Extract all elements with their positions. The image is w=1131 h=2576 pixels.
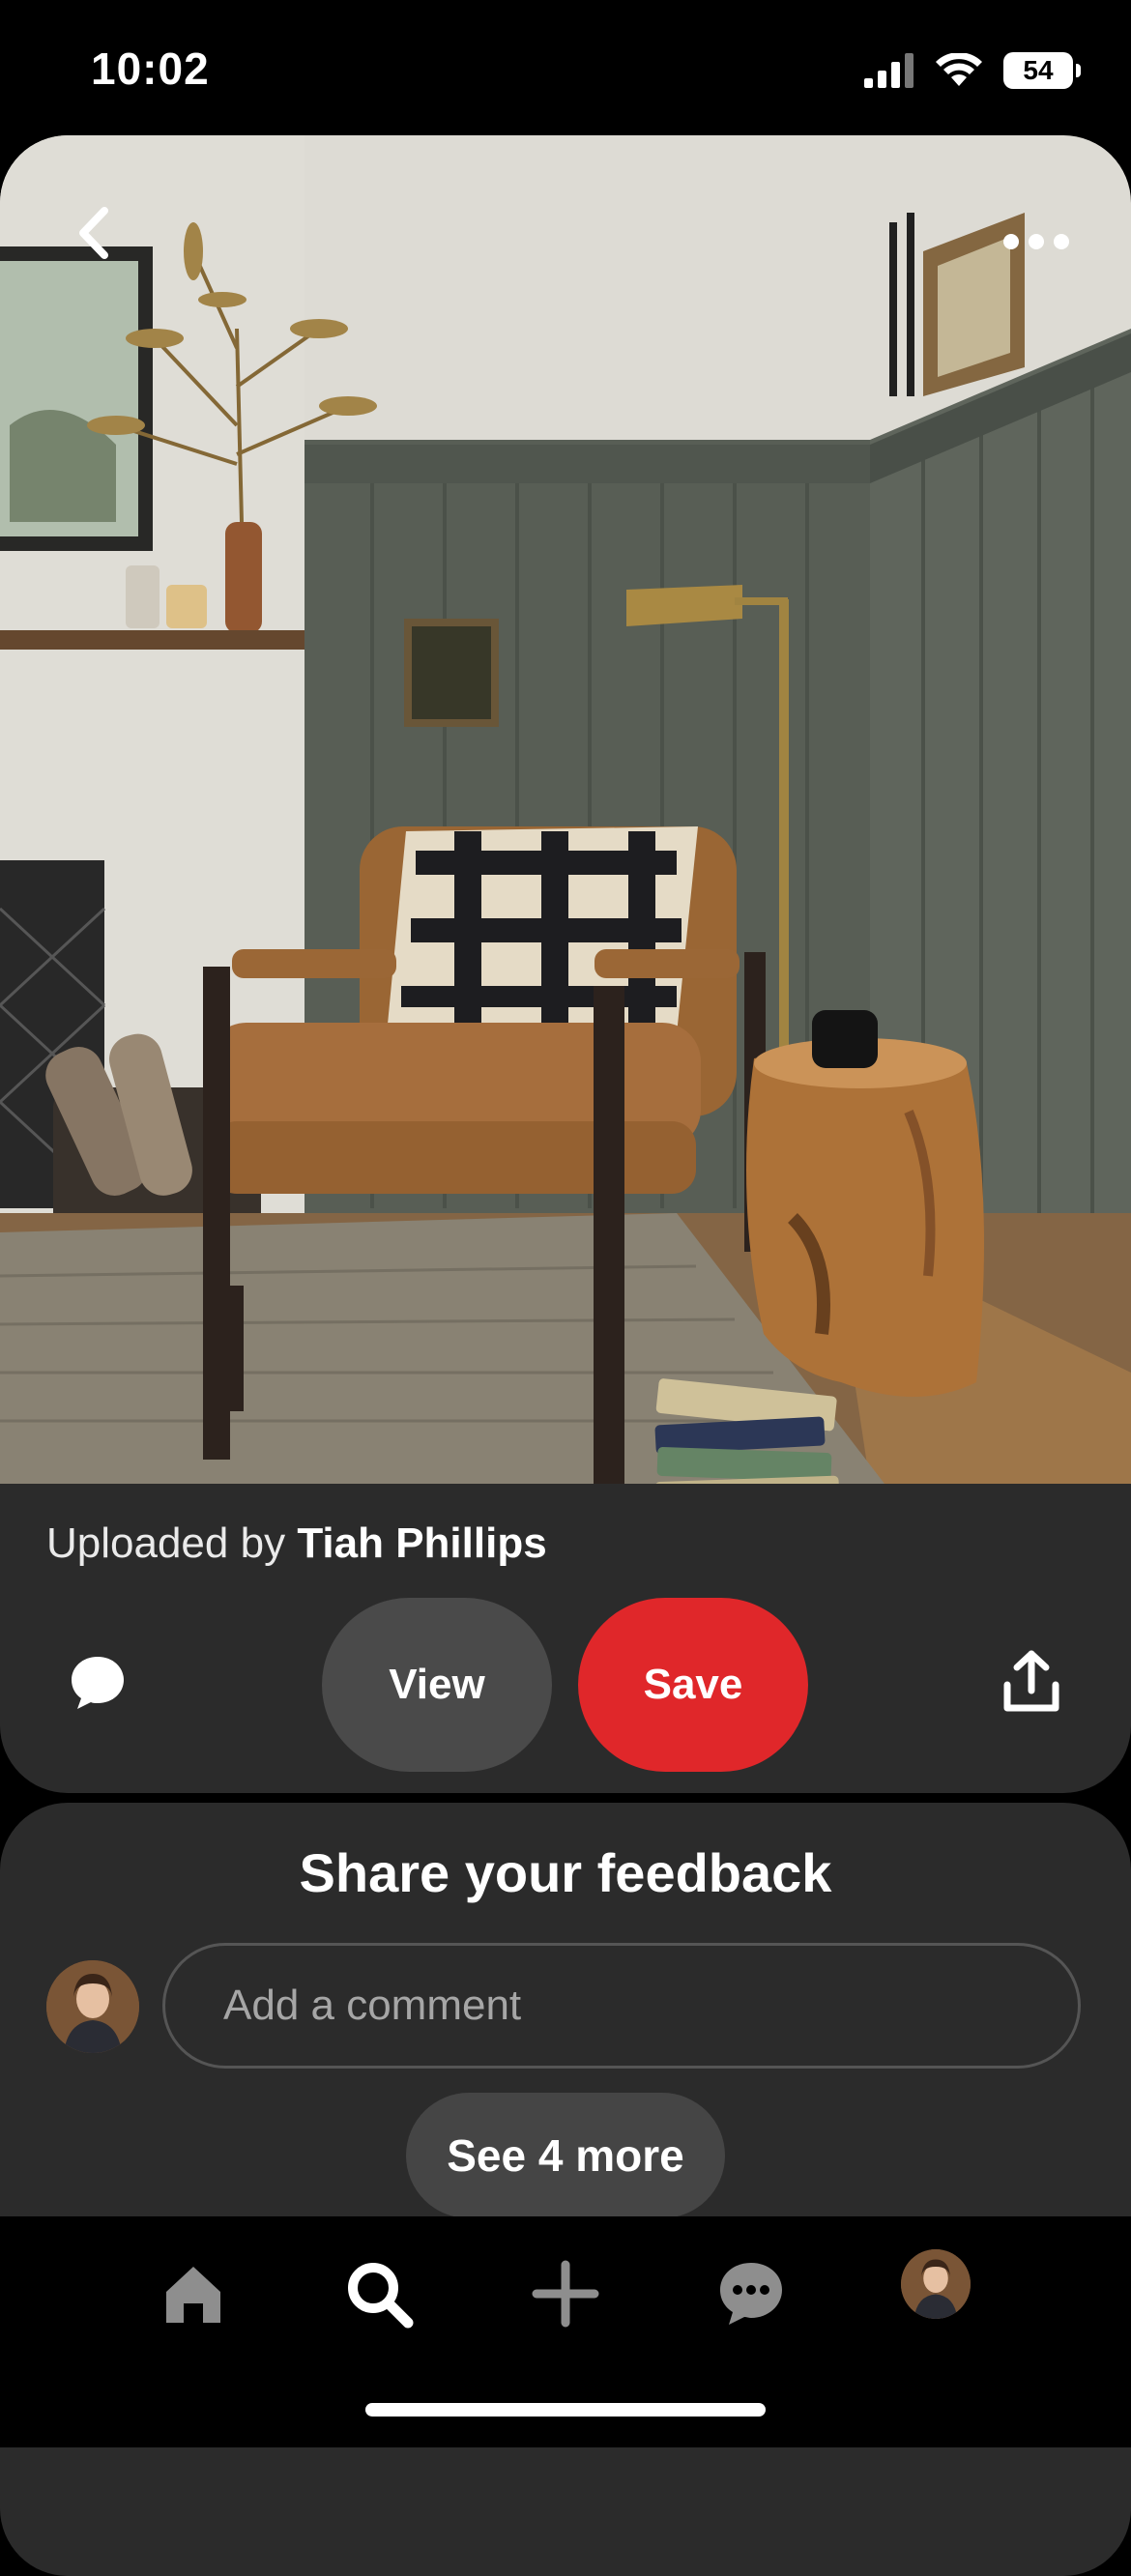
avatar-image [901, 2249, 971, 2319]
share-button[interactable] [1000, 1648, 1063, 1716]
save-button[interactable]: Save [578, 1598, 808, 1772]
chat-bubble-icon [720, 2263, 782, 2325]
feedback-title: Share your feedback [299, 1842, 832, 1903]
see-more-button[interactable]: See 4 more [406, 2093, 725, 2218]
avatar-image [46, 1960, 139, 2053]
wifi-icon [936, 53, 982, 86]
nav-search[interactable] [340, 2255, 418, 2332]
comments-button[interactable] [68, 1653, 128, 1713]
home-icon [166, 2267, 220, 2323]
pin-photo [0, 135, 1131, 1484]
status-icons: 54 [864, 46, 1081, 95]
back-button[interactable] [62, 199, 130, 267]
dot-icon [1054, 234, 1069, 249]
pin-card: Uploaded by Tiah Phillips View Save [0, 135, 1131, 1793]
status-time: 10:02 [91, 43, 210, 94]
dot-icon [1029, 234, 1044, 249]
speech-bubble-icon [72, 1657, 124, 1709]
view-button[interactable]: View [322, 1598, 552, 1772]
nav-create[interactable] [527, 2255, 604, 2332]
home-indicator [365, 2403, 766, 2417]
status-bar: 10:02 54 [0, 0, 1131, 135]
chevron-left-icon [79, 207, 108, 259]
share-icon [1003, 1650, 1059, 1712]
uploader-name[interactable]: Tiah Phillips [297, 1520, 546, 1567]
battery-indicator: 54 [1003, 52, 1081, 89]
comment-input[interactable] [162, 1943, 1081, 2069]
more-options-button[interactable] [1003, 222, 1081, 261]
uploaded-by: Uploaded by Tiah Phillips [46, 1520, 547, 1568]
signal-icon [864, 53, 914, 88]
avatar [46, 1960, 139, 2053]
nav-profile-avatar[interactable] [901, 2249, 971, 2319]
feedback-card: Share your feedback See 4 more [0, 1803, 1131, 2576]
nav-home[interactable] [155, 2255, 232, 2332]
plus-icon [532, 2260, 599, 2328]
pin-image[interactable] [0, 135, 1131, 1484]
uploaded-prefix: Uploaded by [46, 1520, 286, 1567]
search-icon [348, 2263, 414, 2329]
nav-messages[interactable] [712, 2255, 790, 2332]
dot-icon [1003, 234, 1019, 249]
